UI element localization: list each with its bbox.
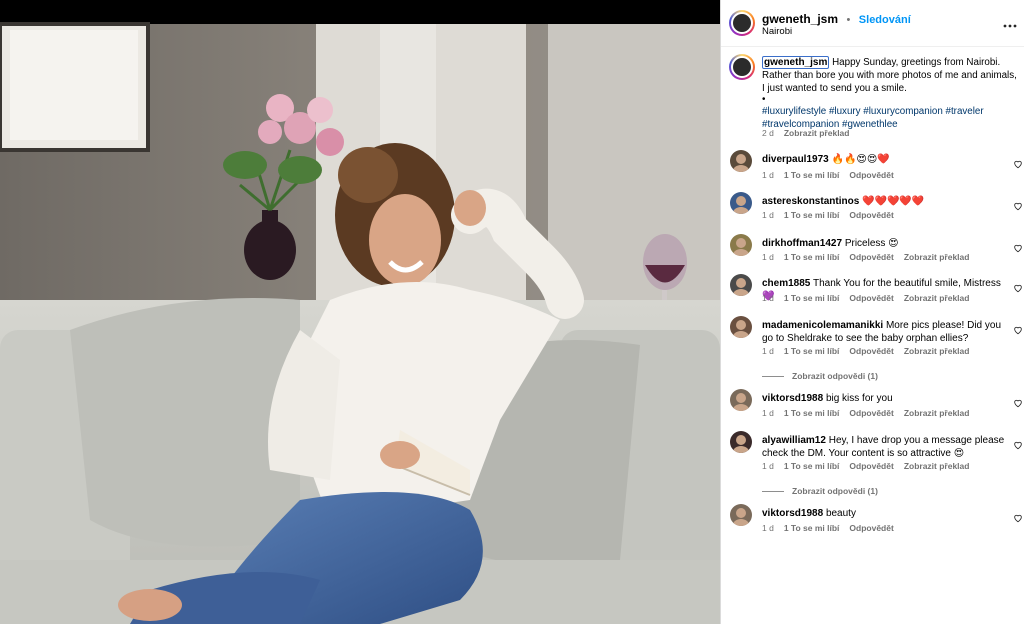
comment-text: ❤️❤️❤️❤️❤️ [862, 196, 925, 207]
separator-dot: • [846, 14, 851, 26]
heart-icon[interactable] [1013, 395, 1023, 408]
comment-avatar[interactable] [730, 389, 752, 411]
reply-button[interactable]: Odpovědět [849, 170, 893, 180]
caption-translate-link[interactable]: Zobrazit překlad [784, 128, 850, 138]
comment-avatar[interactable] [730, 431, 752, 453]
comment-likes[interactable]: 1 To se mi líbí [784, 210, 840, 220]
comment-text: 🔥🔥😍😍❤️ [831, 154, 890, 165]
comment-body: diverpaul1973 🔥🔥😍😍❤️ [762, 153, 1006, 166]
comment-likes[interactable]: 1 To se mi líbí [784, 170, 840, 180]
caption-avatar[interactable] [729, 54, 755, 80]
translate-link[interactable]: Zobrazit překlad [904, 461, 970, 471]
comment-username[interactable]: chem1885 [762, 278, 810, 289]
reply-button[interactable]: Odpovědět [849, 408, 893, 418]
comment-meta: 1 d 1 To se mi líbí Odpovědět [762, 170, 904, 180]
comment-avatar[interactable] [730, 504, 752, 526]
comment-body: viktorsd1988 beauty [762, 507, 1006, 520]
heart-icon[interactable] [1013, 510, 1023, 523]
heart-icon[interactable] [1013, 240, 1023, 253]
heart-icon[interactable] [1013, 437, 1023, 450]
comment-avatar[interactable] [730, 316, 752, 338]
reply-button[interactable]: Odpovědět [849, 461, 893, 471]
view-replies-button[interactable]: Zobrazit odpovědi (1) [762, 371, 878, 381]
more-dots-icon[interactable] [1003, 16, 1017, 28]
replies-line [762, 375, 784, 377]
view-replies-button[interactable]: Zobrazit odpovědi (1) [762, 486, 878, 496]
view-replies-label: Zobrazit odpovědi (1) [792, 371, 878, 381]
comment-text: Priceless 😍 [844, 238, 899, 249]
post-location[interactable]: Nairobi [762, 26, 792, 37]
comment-username[interactable]: alyawilliam12 [762, 435, 826, 446]
comment-body: viktorsd1988 big kiss for you [762, 392, 1006, 405]
comment-username[interactable]: diverpaul1973 [762, 154, 829, 165]
follow-button[interactable]: Sledování [859, 14, 911, 26]
replies-line [762, 490, 784, 492]
comment-avatar[interactable] [730, 234, 752, 256]
caption-age: 2 d [762, 128, 774, 138]
comment-body: madamenicolemamanikki More pics please! … [762, 319, 1006, 345]
comment-body: dirkhoffman1427 Priceless 😍 [762, 237, 1006, 250]
comment-username[interactable]: astereskonstantinos [762, 196, 859, 207]
reply-button[interactable]: Odpovědět [849, 523, 893, 533]
author-username[interactable]: gweneth_jsm [762, 12, 838, 26]
comment-age: 1 d [762, 408, 774, 418]
caption: gweneth_jsm Happy Sunday, greetings from… [762, 56, 1018, 131]
post-photo[interactable] [0, 0, 720, 624]
caption-dot: • [762, 94, 766, 105]
comment-meta: 1 d 1 To se mi líbí Odpovědět [762, 210, 904, 220]
reply-button[interactable]: Odpovědět [849, 252, 893, 262]
comment-meta: 1 d 1 To se mi líbí Odpovědět Zobrazit přek… [762, 408, 979, 418]
comment-likes[interactable]: 1 To se mi líbí [784, 523, 840, 533]
reply-button[interactable]: Odpovědět [849, 210, 893, 220]
heart-icon[interactable] [1013, 198, 1023, 211]
comment-age: 1 d [762, 170, 774, 180]
heart-icon[interactable] [1013, 280, 1023, 293]
comment-text: big kiss for you [825, 393, 893, 404]
comment-meta: 1 d 1 To se mi líbí Odpovědět [762, 523, 904, 533]
comment-username[interactable]: viktorsd1988 [762, 508, 823, 519]
comment-age: 1 d [762, 252, 774, 262]
post-sidebar: gweneth_jsm • Sledování Nairobi gweneth_… [720, 0, 1024, 624]
caption-meta: 2 d Zobrazit překlad [762, 128, 859, 138]
post-header: gweneth_jsm • Sledování Nairobi [721, 0, 1024, 47]
heart-icon[interactable] [1013, 322, 1023, 335]
comment-meta: 1 d 1 To se mi líbí Odpovědět Zobrazit přek… [762, 252, 979, 262]
translate-link[interactable]: Zobrazit překlad [904, 252, 970, 262]
comment-body: astereskonstantinos ❤️❤️❤️❤️❤️ [762, 195, 1006, 208]
post-image [0, 0, 720, 624]
comment-avatar[interactable] [730, 192, 752, 214]
comment-username[interactable]: madamenicolemamanikki [762, 320, 883, 331]
view-replies-label: Zobrazit odpovědi (1) [792, 486, 878, 496]
comment-text: beauty [825, 508, 856, 519]
comment-avatar[interactable] [730, 150, 752, 172]
translate-link[interactable]: Zobrazit překlad [904, 346, 970, 356]
translate-link[interactable]: Zobrazit překlad [904, 293, 970, 303]
comment-username[interactable]: viktorsd1988 [762, 393, 823, 404]
comment-likes[interactable]: 1 To se mi líbí [784, 408, 840, 418]
comment-meta: 1 d 1 To se mi líbí Odpovědět Zobrazit přek… [762, 293, 979, 303]
comment-likes[interactable]: 1 To se mi líbí [784, 346, 840, 356]
comment-avatar[interactable] [730, 274, 752, 296]
comment-age: 1 d [762, 210, 774, 220]
comment-likes[interactable]: 1 To se mi líbí [784, 293, 840, 303]
reply-button[interactable]: Odpovědět [849, 346, 893, 356]
comment-body: alyawilliam12 Hey, I have drop you a mes… [762, 434, 1006, 460]
comment-username[interactable]: dirkhoffman1427 [762, 238, 842, 249]
comment-age: 1 d [762, 523, 774, 533]
comment-likes[interactable]: 1 To se mi líbí [784, 461, 840, 471]
comment-likes[interactable]: 1 To se mi líbí [784, 252, 840, 262]
comment-meta: 1 d 1 To se mi líbí Odpovědět Zobrazit přek… [762, 346, 979, 356]
reply-button[interactable]: Odpovědět [849, 293, 893, 303]
comment-meta: 1 d 1 To se mi líbí Odpovědět Zobrazit přek… [762, 461, 979, 471]
heart-icon[interactable] [1013, 156, 1023, 169]
translate-link[interactable]: Zobrazit překlad [904, 408, 970, 418]
comment-age: 1 d [762, 293, 774, 303]
caption-username[interactable]: gweneth_jsm [762, 56, 830, 69]
author-avatar[interactable] [729, 10, 755, 36]
comment-age: 1 d [762, 346, 774, 356]
comment-age: 1 d [762, 461, 774, 471]
